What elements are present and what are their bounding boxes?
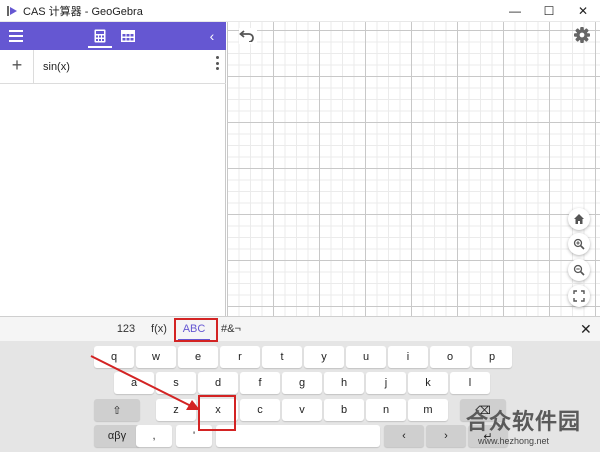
right-arrow-key[interactable]: › [426,425,466,447]
key-s[interactable]: s [156,372,196,394]
more-options-icon[interactable] [213,56,221,70]
algebra-panel: ‹ + sin(x) [0,22,226,316]
key-d[interactable]: d [198,372,238,394]
key-u[interactable]: u [346,346,386,368]
key-l[interactable]: l [450,372,490,394]
close-window-button[interactable]: ✕ [566,0,600,22]
tab-123[interactable]: 123 [112,317,140,341]
maximize-button[interactable]: ☐ [532,0,566,22]
undo-button[interactable] [239,28,257,44]
key-o[interactable]: o [430,346,470,368]
zoom-out-button[interactable] [568,259,590,281]
watermark-url: www.hezhong.net [478,436,550,446]
zoom-out-icon [573,264,585,276]
graphics-view[interactable] [227,22,600,316]
key-n[interactable]: n [366,399,406,421]
home-icon [574,214,584,224]
watermark-title: 合众软件园 [466,410,582,435]
key-q[interactable]: q [94,346,134,368]
geogebra-window: CAS 计算器 - GeoGebra — ☐ ✕ ‹ + sin(x) 123 … [0,0,600,452]
shift-key[interactable]: ⇧ [94,399,140,421]
calculator-icon [94,29,106,43]
tab-algebra-calculator[interactable] [88,22,112,50]
minimize-button[interactable]: — [498,0,532,22]
key-f[interactable]: f [240,372,280,394]
collapse-panel-button[interactable]: ‹ [204,22,220,50]
expression-input[interactable]: sin(x) [43,61,70,73]
settings-gear-icon[interactable] [573,26,591,44]
row-divider [33,50,34,84]
key-a[interactable]: a [114,372,154,394]
abc-tab-highlight [174,318,218,342]
table-icon [121,30,135,42]
key-i[interactable]: i [388,346,428,368]
keyboard-tab-bar: 123 f(x) ABC #&¬ ✕ [0,317,600,341]
greek-key[interactable]: αβγ [94,425,140,447]
key-g[interactable]: g [282,372,322,394]
tab-symbols[interactable]: #&¬ [216,317,246,341]
key-t[interactable]: t [262,346,302,368]
algebra-input-row[interactable]: + sin(x) [0,50,226,84]
left-arrow-key[interactable]: ‹ [384,425,424,447]
home-view-button[interactable] [568,208,590,230]
space-key[interactable] [216,425,380,447]
key-m[interactable]: m [408,399,448,421]
key-y[interactable]: y [304,346,344,368]
add-item-button[interactable]: + [8,56,26,75]
key-p[interactable]: p [472,346,512,368]
geogebra-app-icon [6,5,18,17]
fullscreen-icon [573,290,585,302]
algebra-toolbar: ‹ [0,22,226,50]
key-z[interactable]: z [156,399,196,421]
watermark: 合众软件园 www.hezhong.net [466,404,596,450]
undo-icon [239,30,254,43]
key-e[interactable]: e [178,346,218,368]
key-b[interactable]: b [324,399,364,421]
x-key-highlight [198,395,236,431]
key-w[interactable]: w [136,346,176,368]
key-k[interactable]: k [408,372,448,394]
zoom-in-icon [573,238,585,250]
fullscreen-button[interactable] [568,285,590,307]
key-comma[interactable]: , [136,425,172,447]
keyboard-close-icon[interactable]: ✕ [580,322,592,336]
key-j[interactable]: j [366,372,406,394]
key-h[interactable]: h [324,372,364,394]
key-r[interactable]: r [220,346,260,368]
hamburger-menu-icon[interactable] [9,30,23,42]
key-v[interactable]: v [282,399,322,421]
key-c[interactable]: c [240,399,280,421]
title-bar: CAS 计算器 - GeoGebra — ☐ ✕ [0,0,600,22]
zoom-in-button[interactable] [568,233,590,255]
window-title: CAS 计算器 - GeoGebra [23,5,143,18]
tab-fx[interactable]: f(x) [145,317,173,341]
tab-table[interactable] [118,22,138,50]
